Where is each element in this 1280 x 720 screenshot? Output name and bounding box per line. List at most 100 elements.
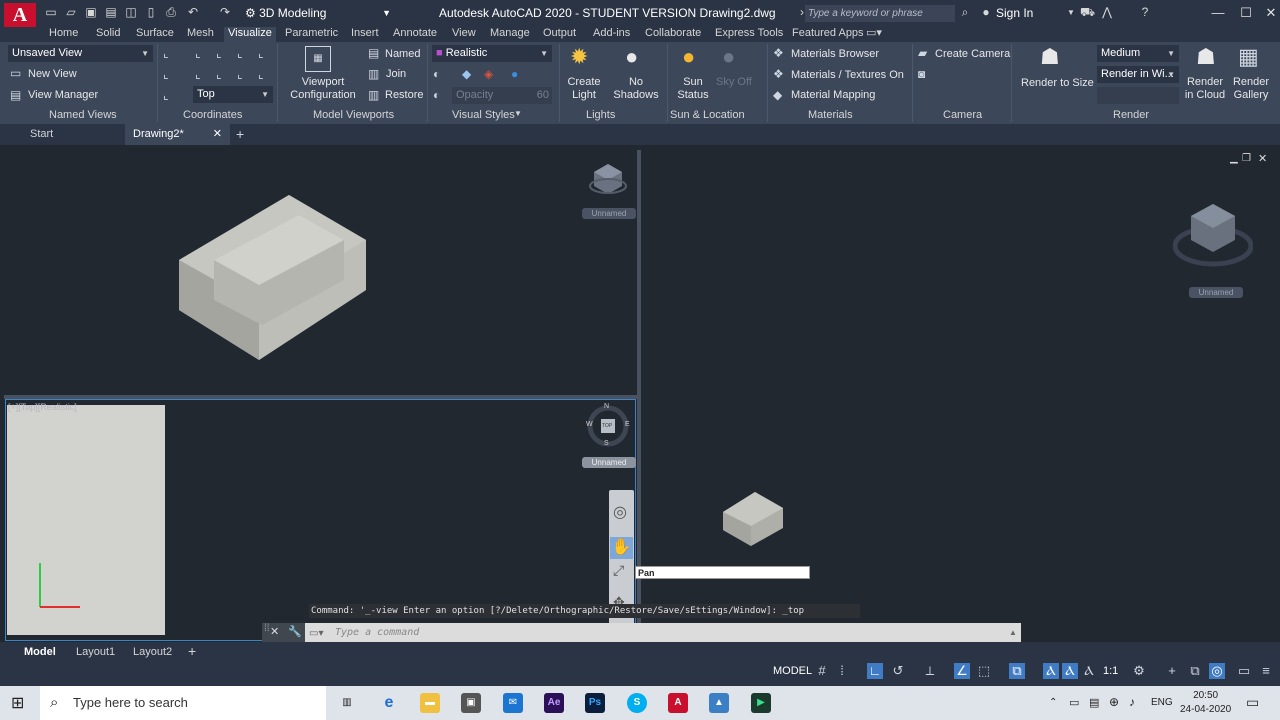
sign-in-button[interactable]: Sign In — [996, 6, 1033, 20]
isodraft-icon[interactable]: ⟂ — [922, 663, 938, 679]
polar-icon[interactable]: ↺ — [890, 663, 906, 679]
osnap-icon[interactable]: ⬚ — [976, 663, 992, 679]
create-light-button[interactable]: Create Light — [563, 76, 605, 102]
help-icon[interactable]: ? — [1138, 6, 1152, 19]
binoculars-icon[interactable]: ⌕ — [958, 6, 972, 19]
chevron-down-icon[interactable]: ▼ — [514, 109, 522, 123]
tab-annotate[interactable]: Annotate — [393, 27, 437, 42]
clean-screen-icon[interactable]: ▭ — [1236, 663, 1252, 679]
tray-chevron-icon[interactable]: ⌃ — [1049, 697, 1057, 708]
close-tab-icon[interactable]: ✕ — [213, 124, 222, 145]
tab-insert[interactable]: Insert — [351, 27, 379, 42]
sun-status-button[interactable]: Sun Status — [672, 76, 714, 102]
signin-chevron-icon[interactable]: ▼ — [1064, 6, 1078, 19]
tab-parametric[interactable]: Parametric — [285, 27, 338, 42]
close-command-icon[interactable]: ✕ — [270, 625, 279, 638]
tab-home[interactable]: Home — [49, 27, 78, 42]
viewport-minimize-icon[interactable]: ▁ — [1230, 153, 1238, 164]
render-gallery-button[interactable]: Render Gallery — [1230, 76, 1272, 102]
edge-effects-icon[interactable]: ◐ — [433, 67, 440, 81]
ucs-unnamed-label[interactable]: Unnamed — [582, 457, 636, 468]
materials-browser-button[interactable]: Materials Browser — [791, 48, 879, 60]
notification-tray-icon[interactable]: ▤ — [1089, 696, 1099, 709]
materials-textures-button[interactable]: Materials / Textures On — [791, 69, 904, 81]
ucs-named-icon[interactable]: ⌞ — [163, 88, 169, 102]
viewport-configuration-button[interactable]: Viewport Configuration — [287, 76, 359, 102]
ucs-view-icon[interactable]: ⌞ — [163, 67, 169, 81]
windows-start-icon[interactable]: ⊞ — [11, 693, 24, 713]
tab-output[interactable]: Output — [543, 27, 576, 42]
skype-icon[interactable]: S — [627, 693, 647, 713]
command-expand-icon[interactable]: ▲ — [1009, 628, 1017, 637]
osnap-tracking-icon[interactable]: ∠ — [954, 663, 970, 679]
ucs-object-icon[interactable]: ⌞ — [237, 67, 243, 81]
grip-icon[interactable]: ⁞⁞ — [264, 623, 270, 634]
battery-icon[interactable]: ▭ — [1069, 696, 1079, 709]
render-target-dropdown[interactable]: Render in Wi... ▼ — [1097, 66, 1179, 83]
ucs-3point-icon[interactable]: ⌞ — [258, 46, 264, 60]
create-camera-button[interactable]: Create Camera — [935, 48, 1010, 60]
tab-collaborate[interactable]: Collaborate — [645, 27, 701, 42]
tab-visualize[interactable]: Visualize — [224, 27, 276, 42]
ucs-x-icon[interactable]: ⌞ — [195, 67, 201, 81]
tab-featured-apps[interactable]: Featured Apps — [792, 27, 864, 42]
system-clock[interactable]: 20:50 24-04-2020 — [1180, 689, 1231, 717]
save-as-icon[interactable]: ▤ — [104, 6, 118, 19]
cart-icon[interactable]: ⛟ — [1080, 6, 1095, 19]
named-view-dropdown[interactable]: Unsaved View ▼ — [8, 45, 153, 62]
network-icon[interactable]: ⋀ — [1100, 6, 1114, 19]
ribbon-options-icon[interactable]: ▭▾ — [866, 27, 882, 42]
new-file-icon[interactable]: ▭ — [44, 6, 58, 19]
ucs-unnamed-label[interactable]: Unnamed — [1189, 287, 1243, 298]
tab-solid[interactable]: Solid — [96, 27, 120, 42]
add-layout-icon[interactable]: + — [188, 643, 196, 659]
open-folder-icon[interactable]: ▱ — [64, 6, 78, 19]
maximize-button[interactable]: ☐ — [1237, 5, 1255, 21]
close-button[interactable]: ✕ — [1262, 5, 1280, 21]
undo-icon[interactable]: ↶ — [186, 6, 200, 19]
ucs-icon[interactable]: ⌞ — [163, 46, 169, 60]
viewport-configuration-icon[interactable]: ▦ — [305, 46, 331, 72]
isolate-objects-icon[interactable]: ◎ — [1209, 663, 1225, 679]
tab-surface[interactable]: Surface — [136, 27, 174, 42]
viewcube-icon[interactable] — [1173, 200, 1253, 270]
autocad-taskbar-icon[interactable]: A — [668, 693, 688, 713]
customization-icon[interactable]: ≡ — [1258, 663, 1274, 679]
named-viewports-button[interactable]: Named — [385, 48, 420, 60]
material-mapping-button[interactable]: Material Mapping — [791, 89, 875, 101]
render-in-cloud-button[interactable]: Render in Cloud — [1183, 76, 1227, 102]
tab-drawing2[interactable]: Drawing2* ✕ — [125, 124, 230, 145]
workspace-gear-icon[interactable]: ⚙ — [1131, 663, 1147, 679]
annotation-visibility-icon[interactable]: Ⲁ — [1043, 663, 1059, 679]
selection-cycling-icon[interactable]: ⧉ — [1009, 663, 1025, 679]
units-icon[interactable]: ⧉ — [1187, 663, 1203, 679]
render-quality-dropdown[interactable]: Medium ▼ — [1097, 45, 1179, 62]
model-space-toggle[interactable]: MODEL — [773, 665, 812, 677]
network-globe-icon[interactable]: ⊕ — [1109, 695, 1119, 709]
mail-icon[interactable]: ✉ — [503, 693, 523, 713]
autocad-logo-icon[interactable]: A — [4, 3, 36, 27]
photos-icon[interactable]: ▲ — [709, 693, 729, 713]
opacity-slider[interactable]: Opacity 60 — [452, 87, 552, 104]
restore-button[interactable]: Restore — [385, 89, 424, 101]
after-effects-icon[interactable]: Ae — [544, 693, 564, 713]
viewport-label[interactable]: [+][Top][Realistic] — [8, 402, 77, 412]
render-exposure-slider[interactable] — [1097, 87, 1179, 104]
shadow-icon[interactable]: ◆ — [462, 67, 471, 81]
new-view-button[interactable]: New View — [28, 68, 77, 80]
grid-icon[interactable]: # — [814, 663, 830, 679]
minimize-button[interactable]: — — [1209, 5, 1227, 21]
material-sphere-icon[interactable]: ● — [511, 67, 518, 81]
viewport-top-left[interactable]: Unnamed — [4, 150, 636, 394]
view-manager-button[interactable]: View Manager — [28, 89, 98, 101]
command-input[interactable]: Type a command — [305, 623, 1021, 642]
render-to-size-button[interactable]: Render to Size — [1021, 77, 1094, 89]
tab-manage[interactable]: Manage — [490, 27, 530, 42]
xray-icon[interactable]: ◐ — [433, 88, 440, 102]
annotation-scale-icon[interactable]: Ⲁ — [1081, 663, 1097, 679]
camera-preview-icon[interactable]: ◙ — [918, 67, 925, 81]
edge-browser-icon[interactable]: e — [379, 693, 399, 713]
taskbar-search[interactable]: Type here to search — [40, 686, 326, 720]
annotation-scale-value[interactable]: 1:1 — [1103, 665, 1118, 677]
tab-view[interactable]: View — [452, 27, 476, 42]
